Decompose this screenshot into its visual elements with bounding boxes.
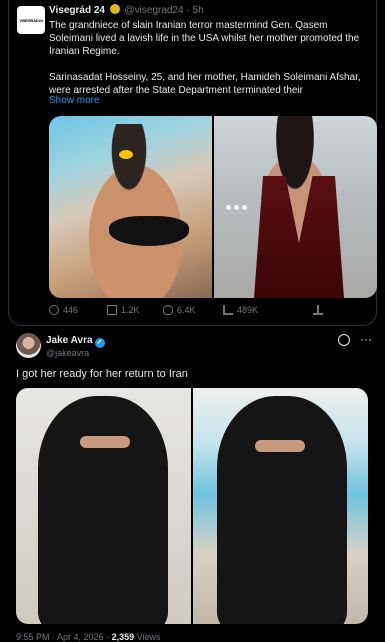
- author-name-text: Jake Avra: [46, 335, 93, 346]
- quoted-header: Visegrád 24 @visegrad24 · 5h: [49, 4, 204, 16]
- show-more-link[interactable]: Show more: [49, 95, 100, 106]
- views-count: 489K: [237, 305, 259, 315]
- tweet-text: I got her ready for her return to Iran: [16, 368, 188, 380]
- views-label: Views: [136, 632, 161, 642]
- tweet-view-count: 2,359: [111, 632, 135, 642]
- quoted-media-grid[interactable]: [49, 116, 377, 298]
- quoted-action-bar: 446 1.2K 6.4K 489K: [49, 305, 369, 315]
- tweet-photo-1[interactable]: [16, 388, 191, 624]
- views-icon: [223, 305, 233, 315]
- repost-count: 1.2K: [121, 305, 140, 315]
- photo-figure: [217, 396, 347, 624]
- photo-detail: [109, 216, 189, 246]
- like-button[interactable]: 6.4K: [163, 305, 223, 315]
- repost-icon: [107, 305, 117, 315]
- media-more-dots-icon[interactable]: [226, 205, 247, 210]
- author-name[interactable]: Jake Avra ✓: [46, 335, 105, 348]
- tweet-footer: 9:55 PM · Apr 4, 2026 · 2,359 Views: [16, 632, 160, 642]
- more-icon[interactable]: ···: [360, 332, 372, 346]
- separator-dot: ·: [186, 5, 190, 16]
- tweet-photo-2[interactable]: [193, 388, 368, 624]
- quoted-tweet-card[interactable]: VISEGRÁD24 Visegrád 24 @visegrad24 · 5h …: [8, 0, 377, 326]
- author-handle[interactable]: @jakeavra: [46, 348, 89, 358]
- repost-button[interactable]: 1.2K: [107, 305, 163, 315]
- quoted-author-handle[interactable]: @visegrad24: [125, 5, 184, 16]
- share-icon: [313, 305, 323, 315]
- photo-detail: [80, 436, 130, 448]
- quoted-paragraph-1: The grandniece of slain Iranian terror m…: [49, 20, 360, 57]
- reply-icon: [49, 305, 59, 315]
- like-count: 6.4K: [177, 305, 196, 315]
- reply-button[interactable]: 446: [49, 305, 107, 315]
- verified-badge-icon: ✓: [94, 338, 105, 348]
- tweet-media-grid[interactable]: [16, 388, 368, 624]
- quoted-photo-1[interactable]: [49, 116, 212, 298]
- share-button[interactable]: [313, 305, 333, 315]
- quoted-paragraph-2: Sarinasadat Hosseiny, 25, and her mother…: [49, 72, 361, 96]
- reply-count: 446: [63, 305, 79, 315]
- like-icon: [163, 305, 173, 315]
- quoted-timestamp[interactable]: 5h: [193, 5, 204, 16]
- photo-figure: [38, 396, 168, 624]
- visegrad-avatar[interactable]: VISEGRÁD24: [17, 6, 45, 34]
- views-button[interactable]: 489K: [223, 305, 313, 315]
- avatar-logo-text: VISEGRÁD24: [19, 17, 43, 23]
- grok-icon[interactable]: [338, 334, 350, 346]
- gold-verified-badge-icon: [109, 4, 120, 14]
- avatar[interactable]: [16, 333, 41, 358]
- yellow-overlay-mark: [119, 150, 133, 159]
- photo-detail: [255, 440, 305, 452]
- tweet-timestamp[interactable]: 9:55 PM · Apr 4, 2026 ·: [16, 632, 109, 642]
- quoted-author-name[interactable]: Visegrád 24: [49, 5, 105, 16]
